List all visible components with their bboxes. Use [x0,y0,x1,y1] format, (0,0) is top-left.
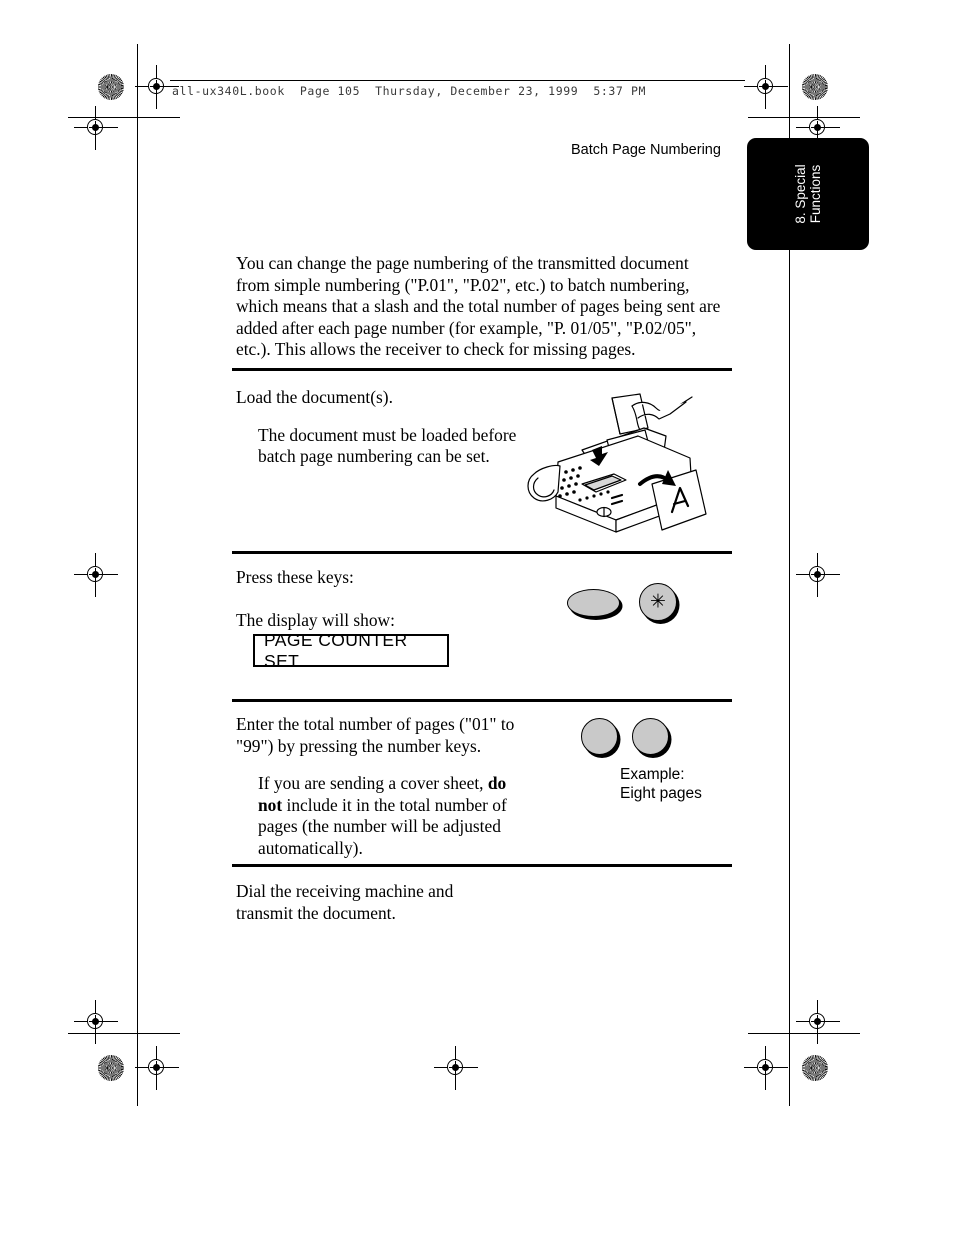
step-1-lead: Load the document(s). [236,387,393,407]
crop-guide-line [68,1033,180,1035]
step-2: Press these keys: The display will show: [236,567,536,631]
crop-guide-line [137,44,139,1106]
chapter-thumb-tab-label: 8. Special Functions [793,164,823,223]
chapter-name-label: Functions [808,164,823,224]
lcd-display: PAGE COUNTER SET [253,630,449,671]
step-3: Enter the total number of pages ("01" to… [236,714,526,860]
crop-guide-line [748,117,860,119]
step-3-note: If you are sending a cover sheet, do not… [258,773,526,859]
section-divider [232,699,732,703]
book-header-text: all-ux340L.book Page 105 Thursday, Decem… [172,84,646,98]
step-4-lead: Dial the receiving machine and transmit … [236,881,454,923]
halftone-density-patch [802,74,828,100]
registration-target-mark [434,1046,478,1090]
manual-page: all-ux340L.book Page 105 Thursday, Decem… [0,0,954,1235]
section-divider [232,864,732,868]
registration-target-mark [74,1000,118,1044]
book-header-rule [170,80,745,82]
registration-target-mark [74,553,118,597]
section-divider [232,368,732,372]
page-title: Batch Page Numbering [571,142,721,158]
registration-target-mark [744,1046,788,1090]
chapter-number-label: 8. Special [793,164,808,224]
step-3-lead: Enter the total number of pages ("01" to… [236,714,515,756]
number-key-zero[interactable] [581,718,618,755]
example-caption-line-1: Example: [620,766,685,783]
halftone-density-patch [98,1055,124,1081]
chapter-thumb-tab: 8. Special Functions [747,138,869,250]
function-key[interactable] [567,589,620,617]
asterisk-icon: ✳ [650,591,666,613]
registration-target-mark [744,65,788,109]
step-1: Load the document(s). The document must … [236,387,526,468]
step-4: Dial the receiving machine and transmit … [236,881,496,924]
registration-target-mark [796,1000,840,1044]
crop-guide-line [68,117,180,119]
halftone-density-patch [98,74,124,100]
step-2-lead: Press these keys: [236,567,354,587]
registration-target-mark [796,553,840,597]
step-1-note: The document must be loaded before batch… [258,424,517,467]
step-3-note-part1: If you are sending a cover sheet, [258,773,488,794]
registration-target-mark [74,106,118,150]
asterisk-key[interactable]: ✳ [639,583,677,621]
step-3-note-part2: include it in the total number of pages … [258,794,507,858]
section-divider [232,551,732,555]
step-2-display-prompt: The display will show: [236,609,395,630]
crop-guide-line [748,1033,860,1035]
number-key-eight[interactable] [632,718,669,755]
fax-machine-load-document-illustration [520,388,735,548]
example-caption: Example: Eight pages [620,765,702,803]
halftone-density-patch [802,1055,828,1081]
registration-target-mark [135,1046,179,1090]
example-caption-line-2: Eight pages [620,785,702,802]
intro-paragraph: You can change the page numbering of the… [236,253,721,360]
